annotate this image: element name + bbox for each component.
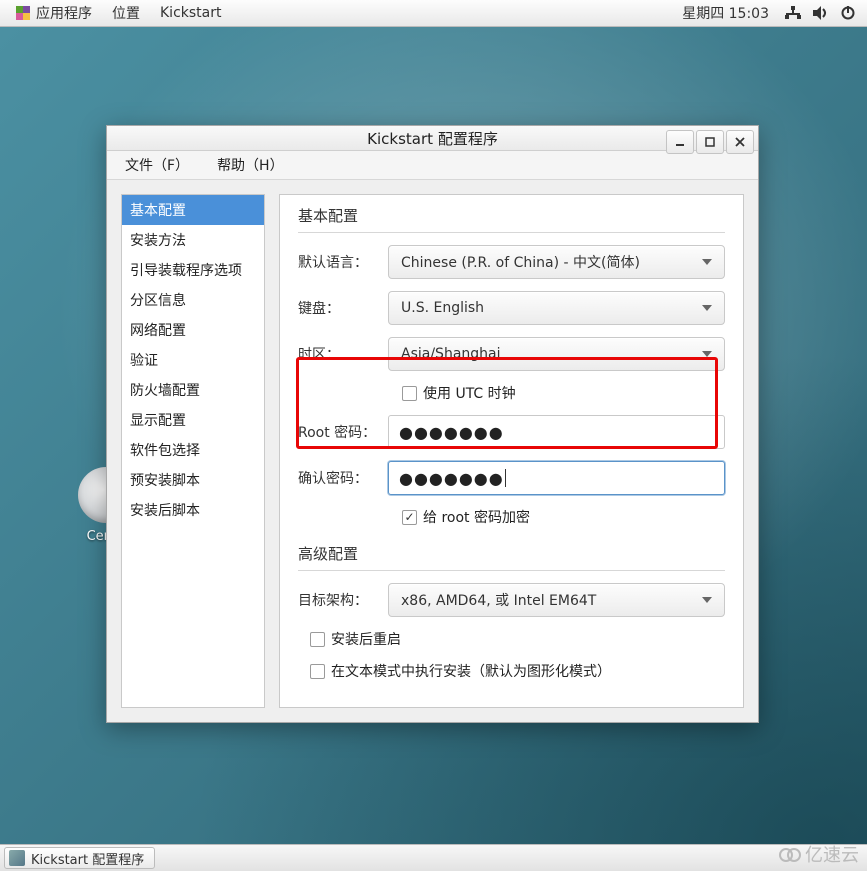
arch-select[interactable]: x86, AMD64, 或 Intel EM64T: [388, 583, 725, 617]
rootpw-value: ●●●●●●●: [399, 423, 504, 442]
system-tray: 星期四 15:03: [672, 3, 861, 23]
watermark-text: 亿速云: [805, 841, 859, 867]
language-value: Chinese (P.R. of China) - 中文(简体): [401, 252, 640, 272]
timezone-label: 时区：: [298, 344, 388, 364]
power-icon[interactable]: [835, 6, 861, 20]
confirm-password-input[interactable]: ●●●●●●●: [388, 461, 725, 495]
applications-label: 应用程序: [36, 3, 92, 23]
sidebar-item-firewall[interactable]: 防火墙配置: [122, 375, 264, 405]
watermark: 亿速云: [779, 841, 859, 867]
sidebar-item-display[interactable]: 显示配置: [122, 405, 264, 435]
sidebar-item-partition[interactable]: 分区信息: [122, 285, 264, 315]
sidebar-item-basic[interactable]: 基本配置: [122, 195, 264, 225]
active-app-label: Kickstart: [160, 5, 221, 21]
confirm-pw-label: 确认密码：: [298, 468, 388, 488]
window-controls: [666, 130, 754, 154]
maximize-button[interactable]: [696, 130, 724, 154]
task-icon: [9, 850, 25, 866]
timezone-select[interactable]: Asia/Shanghai: [388, 337, 725, 371]
keyboard-value: U.S. English: [401, 300, 484, 316]
reboot-checkbox[interactable]: [310, 632, 325, 647]
titlebar[interactable]: Kickstart 配置程序: [107, 126, 758, 151]
kickstart-window: Kickstart 配置程序 文件（F） 帮助（H） 基本配置 安装方法: [106, 125, 759, 723]
main-panel: 基本配置 默认语言： Chinese (P.R. of China) - 中文(…: [279, 194, 744, 708]
keyboard-label: 键盘：: [298, 298, 388, 318]
sidebar-item-network[interactable]: 网络配置: [122, 315, 264, 345]
language-select[interactable]: Chinese (P.R. of China) - 中文(简体): [388, 245, 725, 279]
applications-menu[interactable]: 应用程序: [6, 0, 102, 27]
textmode-checkbox[interactable]: [310, 664, 325, 679]
lang-label: 默认语言：: [298, 252, 388, 272]
close-button[interactable]: [726, 130, 754, 154]
watermark-icon: [779, 847, 801, 861]
network-icon[interactable]: [779, 6, 807, 20]
menu-help[interactable]: 帮助（H）: [209, 151, 292, 179]
places-label: 位置: [112, 3, 140, 23]
sidebar-item-bootloader[interactable]: 引导装载程序选项: [122, 255, 264, 285]
taskbar-button-kickstart[interactable]: Kickstart 配置程序: [4, 847, 155, 869]
sidebar-item-auth[interactable]: 验证: [122, 345, 264, 375]
reboot-label: 安装后重启: [331, 629, 401, 649]
arch-value: x86, AMD64, 或 Intel EM64T: [401, 590, 596, 610]
clock[interactable]: 星期四 15:03: [672, 3, 779, 23]
timezone-value: Asia/Shanghai: [401, 346, 501, 362]
sidebar-item-postinstall[interactable]: 安装后脚本: [122, 495, 264, 525]
menu-file[interactable]: 文件（F）: [117, 151, 197, 179]
apps-icon: [16, 6, 30, 20]
sidebar: 基本配置 安装方法 引导装载程序选项 分区信息 网络配置 验证 防火墙配置 显示…: [121, 194, 265, 708]
sidebar-item-packages[interactable]: 软件包选择: [122, 435, 264, 465]
arch-label: 目标架构：: [298, 590, 388, 610]
encrypt-label: 给 root 密码加密: [423, 507, 530, 527]
utc-label: 使用 UTC 时钟: [423, 383, 516, 403]
utc-checkbox[interactable]: [402, 386, 417, 401]
encrypt-checkbox[interactable]: [402, 510, 417, 525]
places-menu[interactable]: 位置: [102, 0, 150, 27]
sidebar-item-preinstall[interactable]: 预安装脚本: [122, 465, 264, 495]
menubar: 文件（F） 帮助（H）: [107, 151, 758, 180]
basic-section-title: 基本配置: [298, 201, 725, 233]
minimize-button[interactable]: [666, 130, 694, 154]
bottom-panel: Kickstart 配置程序: [0, 844, 867, 871]
advanced-section-title: 高级配置: [298, 539, 725, 571]
textmode-label: 在文本模式中执行安装（默认为图形化模式）: [331, 661, 611, 681]
rootpw-label: Root 密码：: [298, 422, 388, 442]
task-label: Kickstart 配置程序: [31, 849, 144, 868]
desktop[interactable]: Cent... Kickstart 配置程序 文件（F） 帮助（H）: [0, 27, 867, 844]
sidebar-item-install-method[interactable]: 安装方法: [122, 225, 264, 255]
volume-icon[interactable]: [807, 6, 835, 20]
top-panel: 应用程序 位置 Kickstart 星期四 15:03: [0, 0, 867, 27]
window-title: Kickstart 配置程序: [367, 128, 498, 149]
confirm-value: ●●●●●●●: [399, 469, 504, 488]
keyboard-select[interactable]: U.S. English: [388, 291, 725, 325]
active-app-menu[interactable]: Kickstart: [150, 0, 231, 27]
text-caret: [505, 469, 506, 487]
root-password-input[interactable]: ●●●●●●●: [388, 415, 725, 449]
